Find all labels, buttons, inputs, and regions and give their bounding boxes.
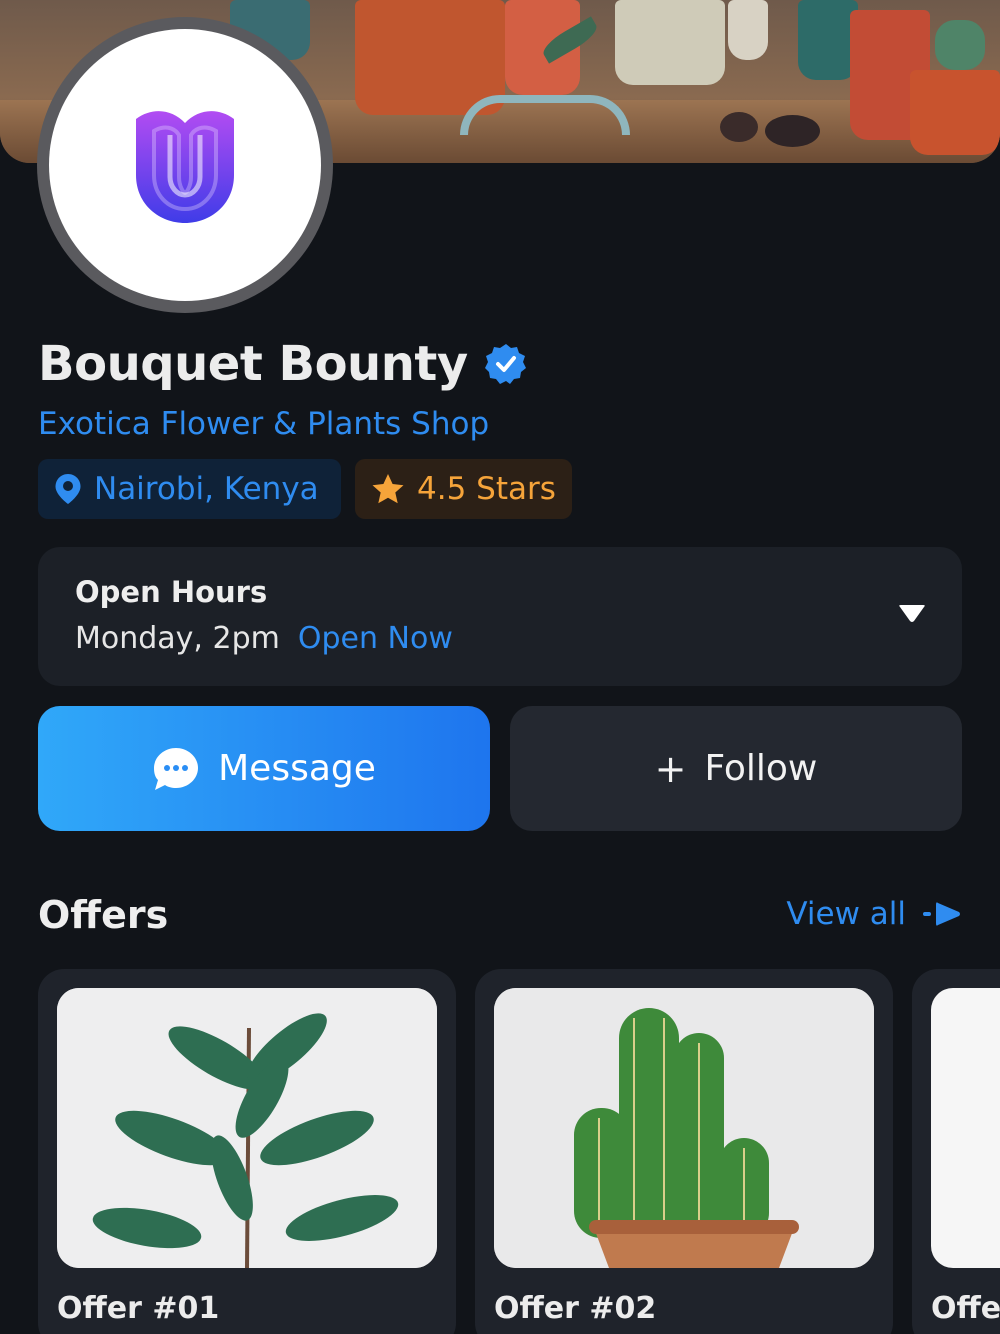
location-label: Nairobi, Kenya [94,471,319,507]
star-icon [372,474,404,504]
shop-name-row: Bouquet Bounty [38,336,528,392]
follow-button-label: Follow [704,748,818,789]
offer-title: Offer #01 [57,1291,220,1326]
shop-name: Bouquet Bounty [38,336,468,392]
open-hours-day-time: Monday, 2pm [75,621,280,656]
offers-heading: Offers [38,893,169,937]
shop-logo [49,29,321,301]
cactus-image [494,988,874,1268]
offer-image [57,988,437,1268]
offer-card[interactable]: Offer #03 [912,969,1000,1334]
rating-chip[interactable]: 4.5 Stars [355,459,572,519]
offer-title: Offer #02 [494,1291,657,1326]
message-button-label: Message [218,748,376,789]
chevron-down-icon[interactable] [896,599,928,631]
open-hours-label: Open Hours [75,575,268,609]
ficus-plant-image [57,988,437,1268]
offer-title: Offer #03 [931,1291,1000,1326]
shop-profile-page: Bouquet Bounty Exotica Flower & Plants S… [0,0,1000,1334]
open-status: Open Now [297,621,453,656]
offer-image [494,988,874,1268]
view-all-link[interactable]: View all [786,896,962,932]
tulip-logo-icon [136,111,234,223]
chat-bubble-icon [154,747,199,790]
rating-label: 4.5 Stars [417,471,556,507]
open-hours-row: Monday, 2pm Open Now [75,621,453,656]
verified-badge-icon [484,344,526,384]
plus-icon: + [654,746,687,791]
open-hours-card[interactable]: Open Hours Monday, 2pm Open Now [38,547,962,686]
location-chip[interactable]: Nairobi, Kenya [38,459,341,519]
offer-card[interactable]: Offer #01 [38,969,456,1334]
view-all-label: View all [786,896,906,932]
offer-image [931,988,1000,1268]
location-pin-icon [55,474,81,504]
shop-category: Exotica Flower & Plants Shop [38,406,490,442]
arrow-right-icon [923,902,960,926]
shop-avatar[interactable] [37,17,333,313]
offer-card[interactable]: Offer #02 [475,969,893,1334]
message-button[interactable]: Message [38,706,490,831]
follow-button[interactable]: + Follow [510,706,962,831]
